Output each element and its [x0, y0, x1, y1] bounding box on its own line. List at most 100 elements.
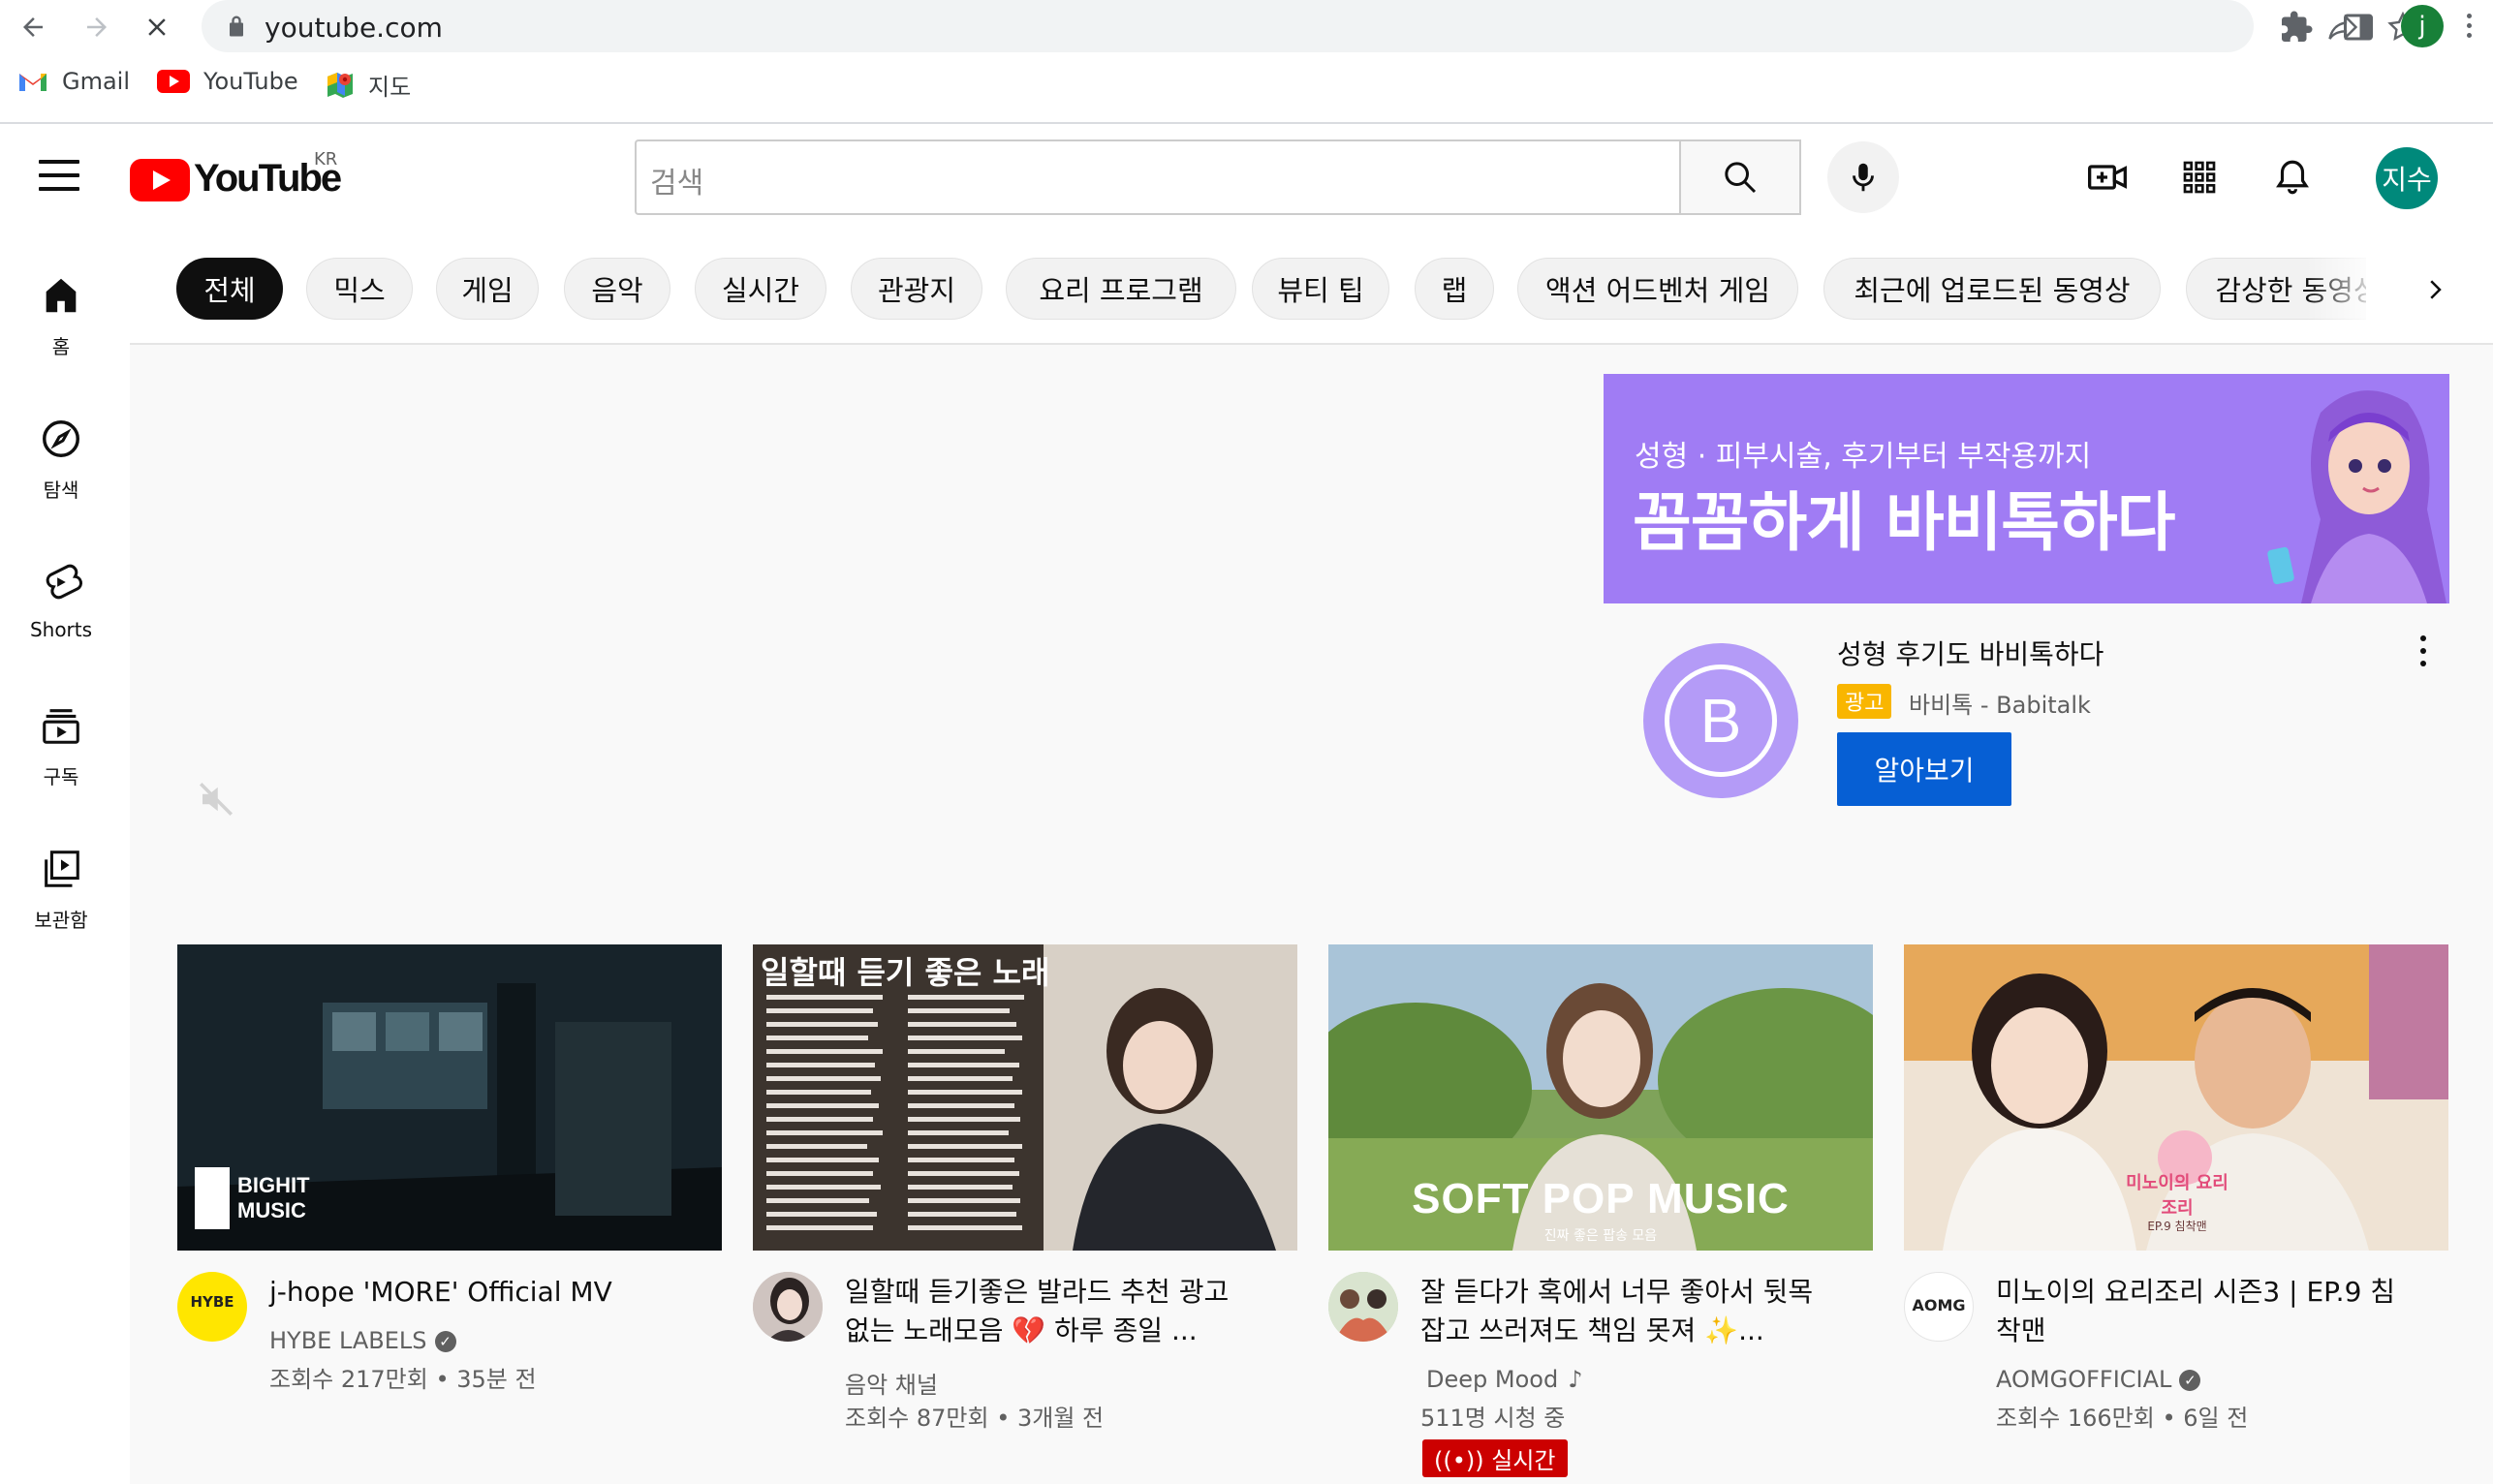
channel-name-2[interactable]: 음악 채널	[845, 1366, 938, 1400]
thumbnail-subcaption: 진짜 좋은 팝송 모음	[1543, 1228, 1658, 1244]
side-panel-icon[interactable]	[2341, 10, 2376, 45]
account-avatar[interactable]: 지수	[2376, 147, 2438, 209]
youtube-icon	[157, 70, 190, 93]
sidebar-item-subscriptions[interactable]: 구독	[0, 703, 122, 789]
sidebar-item-shorts[interactable]: Shorts	[0, 560, 122, 641]
thumbnail-caption: 미노이의 요리조리	[2126, 1173, 2228, 1219]
ad-banner-image[interactable]: 성형 · 피부시술, 후기부터 부작용까지 꼼꼼하게 바비톡하다	[1604, 374, 2449, 603]
bookmarks-bar: Gmail YouTube 지도	[0, 60, 2493, 114]
notifications-button[interactable]	[2270, 155, 2315, 200]
chip-beauty-tips[interactable]: 뷰티 팁	[1252, 258, 1389, 320]
gmail-icon	[19, 74, 47, 91]
sidebar-item-home[interactable]: 홈	[0, 273, 122, 359]
apps-button[interactable]	[2177, 155, 2222, 200]
guide-menu-button[interactable]	[39, 160, 79, 195]
thumbnail-caption: 일할때 듣기 좋은 노래	[761, 954, 1050, 991]
video-thumbnail-3[interactable]: SOFT POP MUSIC 진짜 좋은 팝송 모음	[1328, 944, 1873, 1251]
create-video-button[interactable]	[2085, 155, 2130, 200]
back-button[interactable]	[14, 8, 52, 46]
verified-check-icon: ✓	[434, 1331, 456, 1352]
lock-icon	[230, 15, 243, 37]
banner-subtitle: 성형 · 피부시술, 후기부터 부작용까지	[1635, 440, 2092, 474]
banner-illustration	[2267, 390, 2446, 603]
muted-speaker-icon	[200, 783, 233, 816]
sidebar-item-explore[interactable]: 탐색	[0, 417, 122, 503]
channel-avatar-music[interactable]	[753, 1272, 823, 1342]
voice-search-button[interactable]	[1827, 141, 1899, 213]
youtube-play-icon	[130, 159, 190, 201]
search-input[interactable]: 검색	[635, 139, 1679, 215]
channel-avatar-hybe[interactable]: HYBE	[177, 1272, 247, 1342]
sidebar-item-label: 구독	[43, 765, 79, 788]
maps-icon	[327, 72, 353, 98]
shorts-icon	[46, 564, 83, 600]
channel-name-4[interactable]: AOMGOFFICIAL ✓	[1996, 1366, 2201, 1393]
video-thumbnail-4[interactable]: 미노이의 요리조리 EP.9 침착맨	[1904, 944, 2448, 1251]
browser-toolbar: youtube.com j	[0, 0, 2493, 54]
bookmark-gmail[interactable]: Gmail	[17, 68, 130, 95]
chip-recently-uploaded[interactable]: 최근에 업로드된 동영상	[1823, 258, 2161, 320]
browser-menu-icon[interactable]	[2467, 14, 2473, 41]
video-title-2[interactable]: 일할때 듣기좋은 발라드 추천 광고없는 노래모음 💔 하루 종일 ...	[845, 1273, 1252, 1350]
live-badge: ((•)) 실시간	[1422, 1439, 1568, 1477]
chip-rap[interactable]: 랩	[1415, 258, 1494, 320]
youtube-logo[interactable]: YouTube KR	[130, 149, 342, 203]
video-title-1[interactable]: j-hope 'MORE' Official MV	[269, 1273, 676, 1312]
chip-games[interactable]: 게임	[436, 258, 539, 320]
url-text: youtube.com	[265, 12, 443, 44]
channel-avatar-deepmood[interactable]	[1328, 1272, 1398, 1342]
chip-music[interactable]: 음악	[564, 258, 670, 320]
thumbnail-caption: SOFT POP MUSIC	[1412, 1175, 1790, 1222]
browser-profile-avatar[interactable]: j	[2401, 5, 2444, 47]
advertiser-logo[interactable]: B	[1643, 643, 1798, 798]
video-thumbnail-1[interactable]: BIGHIT MUSIC	[177, 944, 722, 1251]
address-bar[interactable]: youtube.com	[202, 0, 2418, 52]
sidebar-item-library[interactable]: 보관함	[0, 847, 122, 933]
chip-mix[interactable]: 믹스	[306, 258, 413, 320]
chrome-divider	[0, 122, 2493, 124]
channel-avatar-aomg[interactable]: AOMG	[1904, 1272, 1974, 1342]
chip-action-adventure-games[interactable]: 액션 어드벤처 게임	[1517, 258, 1798, 320]
library-icon	[45, 850, 79, 887]
channel-name-1[interactable]: HYBE LABELS ✓	[269, 1327, 456, 1354]
thumbnail-subcaption: EP.9 침착맨	[2147, 1220, 2207, 1233]
banner-headline: 꼼꼼하게 바비톡하다	[1633, 485, 2175, 560]
sidebar-item-label: Shorts	[29, 618, 93, 641]
channel-name-text: AOMGOFFICIAL	[1996, 1366, 2172, 1393]
ad-title[interactable]: 성형 후기도 바비톡하다	[1837, 634, 2103, 672]
live-viewers-3: 511명 시청 중	[1420, 1405, 1566, 1432]
create-video-icon	[2088, 165, 2127, 190]
learn-more-button[interactable]: 알아보기	[1837, 732, 2011, 806]
video-title-4[interactable]: 미노이의 요리조리 시즌3 | EP.9 침착맨	[1996, 1273, 2403, 1350]
stop-loading-button[interactable]	[138, 8, 176, 46]
advertiser-name[interactable]: 바비톡 - Babitalk	[1909, 686, 2091, 720]
chips-next-button[interactable]	[2413, 267, 2457, 312]
live-broadcast-icon: ((•))	[1434, 1447, 1492, 1474]
sidebar-item-label: 탐색	[43, 479, 79, 502]
chip-all[interactable]: 전체	[176, 258, 283, 320]
search-placeholder: 검색	[650, 167, 704, 201]
live-badge-text: 실시간	[1491, 1447, 1556, 1474]
bookmark-youtube[interactable]: YouTube	[157, 68, 298, 95]
sidebar-item-label: 홈	[51, 335, 71, 358]
chip-tourist-spots[interactable]: 관광지	[851, 258, 982, 320]
video-title-3[interactable]: 잘 듣다가 혹에서 너무 좋아서 뒷목 잡고 쓰러져도 책임 못져 ✨...	[1420, 1273, 1827, 1350]
forward-button[interactable]	[78, 8, 116, 46]
ad-more-options-icon[interactable]	[2416, 635, 2430, 670]
advertiser-logo-letter: B	[1699, 686, 1742, 756]
bookmark-maps[interactable]: 지도	[326, 68, 411, 102]
channel-name-3[interactable]: Deep Mood ♪	[1426, 1366, 1583, 1393]
video-thumbnail-2[interactable]: 일할때 듣기 좋은 노래	[753, 944, 1297, 1251]
close-icon	[148, 18, 166, 36]
sidebar-item-label: 보관함	[34, 909, 88, 932]
channel-avatar-text: HYBE	[190, 1293, 234, 1311]
apps-grid-icon	[2183, 161, 2216, 194]
search-button[interactable]	[1679, 139, 1801, 215]
chip-live[interactable]: 실시간	[695, 258, 826, 320]
chip-cooking-shows[interactable]: 요리 프로그램	[1006, 258, 1236, 320]
channel-name-text: HYBE LABELS	[269, 1327, 427, 1354]
channel-avatar-image	[753, 1272, 823, 1342]
channel-name-text: Deep Mood	[1426, 1366, 1559, 1393]
video-stats-2: 조회수 87만회 • 3개월 전	[845, 1405, 1105, 1432]
extensions-icon[interactable]	[2279, 10, 2314, 45]
